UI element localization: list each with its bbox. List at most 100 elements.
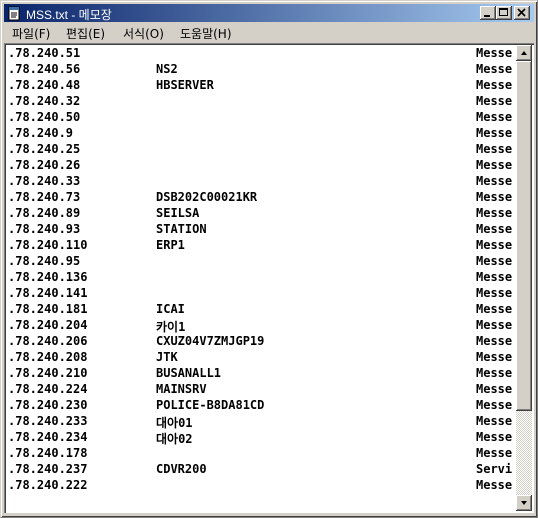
line-ip: .78.240.136 xyxy=(8,270,88,284)
close-button[interactable] xyxy=(514,6,530,20)
text-line: .78.240.204 카이1 Messe xyxy=(8,317,518,334)
line-type: Messe xyxy=(476,382,513,396)
maximize-button[interactable] xyxy=(496,6,512,20)
menu-format[interactable]: 서식(O) xyxy=(123,25,164,42)
line-host: ERP1 xyxy=(156,238,185,252)
text-line: .78.240.208 JTK Messe xyxy=(8,349,518,365)
text-line: .78.240.9 Messe xyxy=(8,125,518,141)
line-ip: .78.240.178 xyxy=(8,446,88,460)
menu-edit[interactable]: 편집(E) xyxy=(66,25,105,42)
line-type: Messe xyxy=(476,222,513,236)
vertical-scrollbar[interactable] xyxy=(516,45,532,511)
line-type: Messe xyxy=(476,238,513,252)
line-ip: .78.240.50 xyxy=(8,110,81,124)
line-type: Messe xyxy=(476,190,513,204)
line-type: Servi xyxy=(476,462,513,476)
line-type: Messe xyxy=(476,350,513,364)
line-type: Messe xyxy=(476,110,513,124)
line-host: STATION xyxy=(156,222,207,236)
line-type: Messe xyxy=(476,62,513,76)
minimize-icon xyxy=(484,15,490,17)
line-host: ICAI xyxy=(156,302,185,316)
line-ip: .78.240.9 xyxy=(8,126,74,140)
line-type: Messe xyxy=(476,126,513,140)
line-type: Messe xyxy=(476,414,513,428)
text-line: .78.240.33 Messe xyxy=(8,173,518,189)
text-line: .78.240.136 Messe xyxy=(8,269,518,285)
line-ip: .78.240.93 xyxy=(8,222,81,236)
line-ip: .78.240.51 xyxy=(8,46,81,60)
line-ip: .78.240.26 xyxy=(8,158,81,172)
line-ip: .78.240.33 xyxy=(8,174,81,188)
line-host: DSB202C00021KR xyxy=(156,190,258,204)
line-ip: .78.240.204 xyxy=(8,318,88,332)
text-line: .78.240.93 STATION Messe xyxy=(8,221,518,237)
line-host: CXUZ04V7ZMJGP19 xyxy=(156,334,265,348)
notepad-icon[interactable] xyxy=(6,5,22,21)
line-type: Messe xyxy=(476,174,513,188)
text-line: .78.240.181 ICAI Messe xyxy=(8,301,518,317)
text-line: .78.240.50 Messe xyxy=(8,109,518,125)
line-type: Messe xyxy=(476,206,513,220)
line-host: HBSERVER xyxy=(156,78,214,92)
arrow-down-icon xyxy=(521,501,527,505)
line-host: POLICE-B8DA81CD xyxy=(156,398,265,412)
line-type: Messe xyxy=(476,46,513,60)
menu-bar: 파일(F) 편집(E) 서식(O) 도움말(H) xyxy=(4,23,534,42)
line-ip: .78.240.48 xyxy=(8,78,81,92)
line-type: Messe xyxy=(476,398,513,412)
line-type: Messe xyxy=(476,446,513,460)
text-line: .78.240.178 Messe xyxy=(8,445,518,461)
line-ip: .78.240.224 xyxy=(8,382,88,396)
text-line: .78.240.48 HBSERVER Messe xyxy=(8,77,518,93)
line-ip: .78.240.206 xyxy=(8,334,88,348)
line-type: Messe xyxy=(476,78,513,92)
notepad-window: MSS.txt - 메모장 파일(F) 편집(E) 서식(O) 도움말(H) .… xyxy=(0,0,538,518)
line-ip: .78.240.181 xyxy=(8,302,88,316)
arrow-up-icon xyxy=(521,51,527,55)
text-line: .78.240.237 CDVR200 Servi xyxy=(8,461,518,477)
line-type: Messe xyxy=(476,254,513,268)
text-line: .78.240.26 Messe xyxy=(8,157,518,173)
window-title: MSS.txt - 메모장 xyxy=(26,8,112,22)
text-line: .78.240.230 POLICE-B8DA81CD Messe xyxy=(8,397,518,413)
line-type: Messe xyxy=(476,158,513,172)
line-host: JTK xyxy=(156,350,178,364)
text-line: .78.240.224 MAINSRV Messe xyxy=(8,381,518,397)
line-type: Messe xyxy=(476,430,513,444)
line-host: NS2 xyxy=(156,62,178,76)
text-lines: .78.240.51 Messe .78.240.56 NS2 Messe .78.240… xyxy=(8,45,518,493)
line-ip: .78.240.73 xyxy=(8,190,81,204)
text-line: .78.240.141 Messe xyxy=(8,285,518,301)
line-ip: .78.240.110 xyxy=(8,238,88,252)
line-ip: .78.240.56 xyxy=(8,62,81,76)
line-ip: .78.240.95 xyxy=(8,254,81,268)
line-host: SEILSA xyxy=(156,206,200,220)
text-line: .78.240.110 ERP1 Messe xyxy=(8,237,518,253)
line-type: Messe xyxy=(476,318,513,332)
line-type: Messe xyxy=(476,270,513,284)
line-type: Messe xyxy=(476,286,513,300)
line-type: Messe xyxy=(476,366,513,380)
text-line: .78.240.210 BUSANALL1 Messe xyxy=(8,365,518,381)
title-bar[interactable]: MSS.txt - 메모장 xyxy=(4,4,534,22)
scroll-down-button[interactable] xyxy=(516,495,532,511)
line-ip: .78.240.233 xyxy=(8,414,88,428)
text-line: .78.240.222 Messe xyxy=(8,477,518,493)
scroll-up-button[interactable] xyxy=(516,45,532,61)
text-line: .78.240.51 Messe xyxy=(8,45,518,61)
maximize-icon xyxy=(499,8,508,16)
text-line: .78.240.95 Messe xyxy=(8,253,518,269)
minimize-button[interactable] xyxy=(480,6,496,20)
menu-file[interactable]: 파일(F) xyxy=(12,25,50,42)
line-ip: .78.240.89 xyxy=(8,206,81,220)
line-host: CDVR200 xyxy=(156,462,207,476)
line-host: MAINSRV xyxy=(156,382,207,396)
scroll-thumb[interactable] xyxy=(516,61,532,411)
text-area[interactable]: .78.240.51 Messe .78.240.56 NS2 Messe .78.240… xyxy=(4,43,534,513)
text-line: .78.240.233 대아01 Messe xyxy=(8,413,518,430)
menu-help[interactable]: 도움말(H) xyxy=(180,25,232,42)
text-line: .78.240.206 CXUZ04V7ZMJGP19 Messe xyxy=(8,333,518,349)
line-type: Messe xyxy=(476,94,513,108)
text-line: .78.240.73 DSB202C00021KR Messe xyxy=(8,189,518,205)
